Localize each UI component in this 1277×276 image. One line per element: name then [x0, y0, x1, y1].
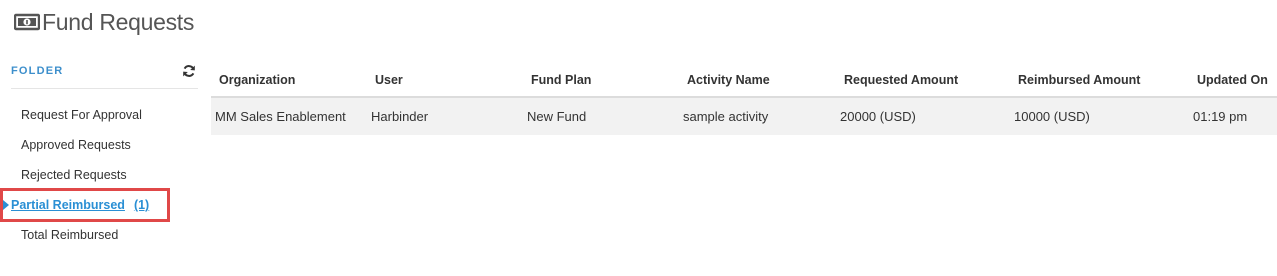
column-header-organization[interactable]: Organization [211, 64, 367, 98]
folder-item-total-reimbursed[interactable]: Total Reimbursed [11, 220, 198, 250]
column-header-updated-on[interactable]: Updated On [1189, 64, 1277, 98]
page-title: Fund Requests [42, 8, 195, 35]
column-header-requested-amount[interactable]: Requested Amount [836, 64, 1010, 98]
folder-item-rejected-requests[interactable]: Rejected Requests [11, 160, 198, 190]
folder-item-label: Partial Reimbursed [11, 198, 125, 212]
cell-requested-amount: 20000 (USD) [836, 97, 1010, 135]
folder-item-label: Rejected Requests [21, 168, 127, 182]
folder-item-label: Request For Approval [21, 108, 142, 122]
folder-label: FOLDER [11, 65, 64, 77]
fund-requests-table: Organization User Fund Plan Activity Nam… [211, 64, 1277, 135]
cell-user: Harbinder [367, 97, 523, 135]
table-row[interactable]: MM Sales Enablement Harbinder New Fund s… [211, 97, 1277, 135]
folder-item-partial-reimbursed[interactable]: Partial Reimbursed (1) [0, 188, 170, 222]
cell-reimbursed-amount: 10000 (USD) [1010, 97, 1189, 135]
cell-organization: MM Sales Enablement [211, 97, 367, 135]
folder-item-label: Total Reimbursed [21, 228, 119, 242]
cell-activity-name: sample activity [679, 97, 836, 135]
folder-header: FOLDER [11, 60, 198, 89]
folder-item-count: (1) [133, 198, 150, 212]
caret-right-icon [3, 200, 9, 210]
folder-item-request-for-approval[interactable]: Request For Approval [11, 100, 198, 130]
folder-item-label: Approved Requests [21, 138, 131, 152]
folder-item-approved-requests[interactable]: Approved Requests [11, 130, 198, 160]
column-header-reimbursed-amount[interactable]: Reimbursed Amount [1010, 64, 1189, 98]
column-header-fund-plan[interactable]: Fund Plan [523, 64, 679, 98]
folder-sidebar: FOLDER Request For Approval Approved Req… [0, 60, 198, 250]
column-header-activity-name[interactable]: Activity Name [679, 64, 836, 98]
cell-fund-plan: New Fund [523, 97, 679, 135]
column-header-user[interactable]: User [367, 64, 523, 98]
refresh-icon[interactable] [182, 64, 196, 78]
table-header-row: Organization User Fund Plan Activity Nam… [211, 64, 1277, 98]
page-header: Fund Requests [14, 7, 194, 37]
cell-updated-on: 01:19 pm [1189, 97, 1277, 135]
folder-list: Request For Approval Approved Requests R… [0, 100, 198, 250]
money-icon [14, 13, 40, 31]
